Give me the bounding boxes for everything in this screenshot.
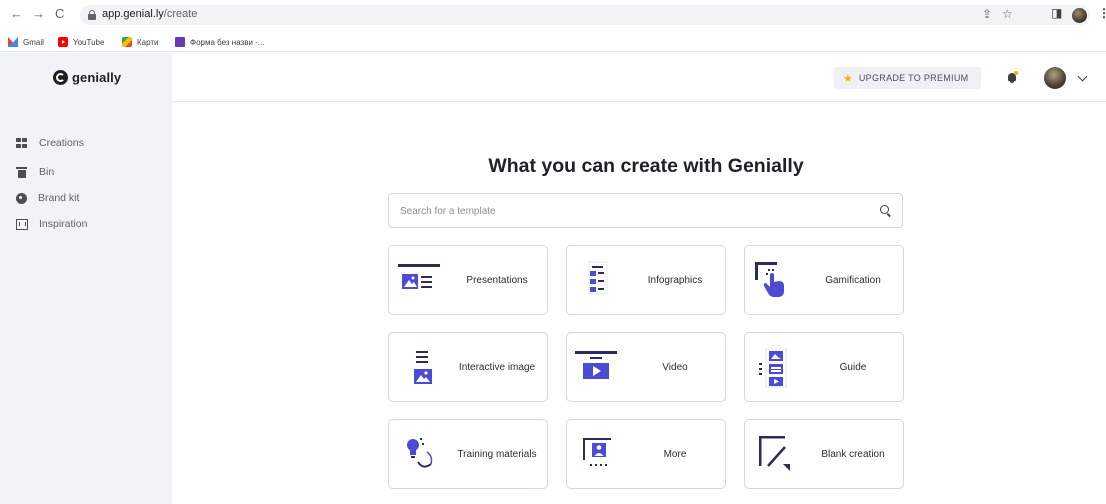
youtube-icon [58, 37, 68, 47]
chevron-down-icon[interactable] [1077, 71, 1088, 82]
bookmark-gmail[interactable]: Gmail [8, 35, 44, 49]
sidebar-item-brand-kit[interactable]: Brand kit [16, 191, 79, 205]
genially-logo[interactable]: genially [53, 70, 121, 85]
address-bar[interactable]: app.genial.ly/create ⇪ ☆ [80, 5, 1090, 25]
reload-icon[interactable]: C [55, 6, 64, 22]
forms-icon [175, 37, 185, 47]
card-label: Interactive image [458, 361, 536, 373]
template-search [388, 193, 903, 228]
bookmark-maps[interactable]: Карти [122, 35, 159, 49]
infographic-icon [588, 261, 608, 295]
gmail-icon [8, 37, 18, 47]
card-infographics[interactable]: Infographics [566, 245, 726, 315]
lock-icon [88, 10, 96, 20]
notification-bell-icon[interactable] [1007, 71, 1018, 83]
card-presentations[interactable]: Presentations [388, 245, 548, 315]
share-icon[interactable]: ⇪ [982, 7, 992, 21]
star-icon: ★ [843, 72, 853, 85]
menu-kebab-icon[interactable]: ⋮ [1098, 6, 1106, 20]
presentation-icon [398, 264, 440, 289]
card-label: Presentations [466, 274, 528, 286]
maps-icon [122, 37, 132, 47]
sidebar-item-label: Inspiration [39, 218, 88, 230]
genially-logo-icon [53, 70, 68, 85]
blank-creation-icon [759, 436, 790, 471]
upgrade-button[interactable]: ★ UPGRADE TO PREMIUM [834, 67, 981, 89]
card-label: Infographics [647, 274, 703, 286]
card-guide[interactable]: Guide [744, 332, 904, 402]
interactive-image-icon [414, 351, 432, 384]
card-label: More [663, 448, 687, 460]
search-icon[interactable] [880, 205, 889, 214]
guide-icon [759, 348, 787, 388]
sidebar: genially Creations Bin Brand kit Inspira… [0, 53, 172, 504]
card-label: Guide [839, 361, 867, 373]
card-blank-creation[interactable]: Blank creation [744, 419, 904, 489]
picture-frame-icon [16, 218, 28, 230]
sidebar-item-label: Bin [39, 166, 55, 178]
app-header: ★ UPGRADE TO PREMIUM [172, 53, 1106, 102]
card-gamification[interactable]: Gamification [744, 245, 904, 315]
card-video[interactable]: Video [566, 332, 726, 402]
card-label: Gamification [825, 274, 881, 286]
gamification-icon [755, 262, 784, 297]
bookmark-form[interactable]: Форма без назви -... [175, 35, 265, 49]
browser-toolbar: ← → C app.genial.ly/create ⇪ ☆ ◨ ⋮ [0, 0, 1106, 30]
page-title: What you can create with Genially [488, 155, 804, 177]
bookmarks-bar: Gmail YouTube Карти Форма без назви -... [0, 32, 1106, 52]
back-icon[interactable]: ← [10, 6, 23, 22]
browser-profile-avatar[interactable] [1072, 8, 1087, 23]
grid-icon [16, 137, 28, 149]
sidepanel-icon[interactable]: ◨ [1051, 6, 1062, 20]
video-icon [575, 351, 617, 379]
bookmark-star-icon[interactable]: ☆ [1002, 7, 1013, 21]
card-label: Training materials [457, 448, 537, 460]
sidebar-item-label: Creations [39, 137, 84, 149]
url-text: app.genial.ly/create [102, 8, 198, 20]
card-training-materials[interactable]: Training materials [388, 419, 548, 489]
avatar[interactable] [1044, 67, 1066, 89]
card-more[interactable]: More [566, 419, 726, 489]
palette-icon [16, 192, 27, 204]
card-interactive-image[interactable]: Interactive image [388, 332, 548, 402]
bookmark-youtube[interactable]: YouTube [58, 35, 104, 49]
forward-icon[interactable]: → [32, 6, 45, 22]
search-input[interactable] [400, 204, 860, 218]
sidebar-item-bin[interactable]: Bin [16, 165, 54, 179]
sidebar-item-inspiration[interactable]: Inspiration [16, 217, 87, 231]
card-label: Video [662, 361, 688, 373]
card-label: Blank creation [821, 448, 885, 460]
sidebar-item-creations[interactable]: Creations [16, 136, 84, 150]
more-icon [583, 438, 611, 466]
trash-icon [16, 166, 28, 178]
sidebar-item-label: Brand kit [38, 192, 80, 204]
training-icon [407, 438, 433, 468]
